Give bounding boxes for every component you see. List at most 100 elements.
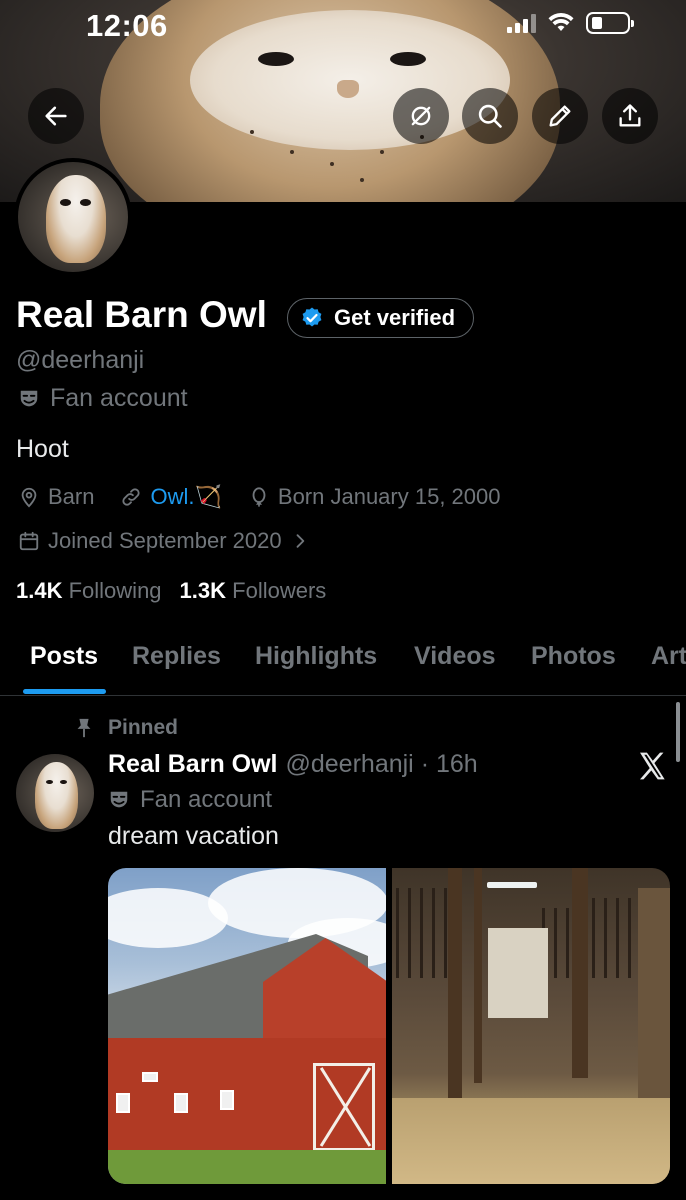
status-icons bbox=[507, 12, 634, 34]
stall-post bbox=[448, 868, 462, 1098]
theater-mask-icon bbox=[110, 791, 128, 808]
website-item[interactable]: Owl.🏹 bbox=[120, 484, 222, 510]
profile-avatar[interactable] bbox=[14, 158, 132, 276]
barn-window bbox=[220, 1090, 234, 1110]
battery-icon bbox=[586, 12, 634, 34]
location-item: Barn bbox=[18, 484, 94, 510]
following-count: 1.4K bbox=[16, 578, 63, 603]
banner-speckle bbox=[290, 150, 294, 154]
post-author-avatar[interactable] bbox=[16, 754, 94, 832]
grass bbox=[108, 1150, 386, 1184]
avatar-image bbox=[18, 162, 128, 272]
stall-light bbox=[487, 882, 537, 888]
stall-post bbox=[572, 868, 588, 1078]
wifi-icon bbox=[548, 13, 574, 31]
pin-icon bbox=[77, 718, 91, 738]
tab-videos[interactable]: Videos bbox=[414, 642, 496, 671]
followers-link[interactable]: 1.3K Followers bbox=[180, 578, 327, 604]
active-tab-indicator bbox=[23, 689, 106, 694]
followers-label: Followers bbox=[232, 578, 327, 603]
share-button[interactable] bbox=[602, 88, 658, 144]
tab-articles[interactable]: Art bbox=[651, 642, 686, 671]
birthday-item: Born January 15, 2000 bbox=[248, 484, 501, 510]
banner-owl-beak bbox=[337, 80, 359, 98]
scrollbar[interactable] bbox=[676, 702, 680, 762]
post-author-name[interactable]: Real Barn Owl bbox=[108, 750, 278, 779]
follow-stats: 1.4K Following 1.3K Followers bbox=[16, 578, 326, 604]
post-media[interactable] bbox=[108, 868, 670, 1184]
birthday-text: Born January 15, 2000 bbox=[277, 484, 501, 509]
joined-text: Joined September 2020 bbox=[48, 528, 282, 553]
edit-pencil-icon bbox=[549, 105, 571, 127]
post-account-category-label: Fan account bbox=[140, 786, 273, 813]
search-icon bbox=[478, 104, 502, 128]
banner-owl-eye-right bbox=[390, 52, 426, 66]
profile-meta-row: Barn Owl.🏹 Born January 15, 2000 bbox=[18, 484, 527, 510]
banner-speckle bbox=[380, 150, 384, 154]
back-arrow-icon bbox=[45, 106, 67, 126]
stall-wall bbox=[638, 888, 670, 1108]
post-text: dream vacation bbox=[108, 822, 279, 850]
following-link[interactable]: 1.4K Following bbox=[16, 578, 162, 604]
back-button[interactable] bbox=[28, 88, 84, 144]
pinned-label: Pinned bbox=[108, 716, 179, 739]
post-handle-text: @deerhanji bbox=[285, 750, 414, 778]
tab-highlights[interactable]: Highlights bbox=[255, 642, 377, 671]
barn-door bbox=[313, 1063, 375, 1151]
barn-window bbox=[174, 1093, 188, 1113]
joined-item[interactable]: Joined September 2020 bbox=[18, 528, 310, 554]
post-time: 16h bbox=[435, 750, 478, 778]
stall-bars bbox=[396, 888, 456, 978]
post-account-category: Fan account bbox=[108, 786, 272, 814]
post-header: Real Barn Owl @deerhanji · 16h bbox=[108, 750, 478, 779]
banner-speckle bbox=[330, 162, 334, 166]
banner-speckle bbox=[250, 130, 254, 134]
profile-name: Real Barn Owl bbox=[16, 294, 267, 335]
cell-signal-icon bbox=[507, 13, 536, 33]
account-category[interactable]: Fan account bbox=[18, 384, 188, 413]
verified-check-icon bbox=[302, 307, 322, 327]
barn-window bbox=[142, 1072, 158, 1082]
tab-photos[interactable]: Photos bbox=[531, 642, 616, 671]
media-photo-stall[interactable] bbox=[392, 868, 670, 1184]
tab-posts[interactable]: Posts bbox=[30, 642, 98, 671]
stall-back-wall bbox=[488, 928, 548, 1018]
get-verified-button[interactable]: Get verified bbox=[287, 298, 475, 338]
theater-mask-icon bbox=[20, 390, 38, 406]
search-button[interactable] bbox=[462, 88, 518, 144]
post-avatar-owl bbox=[34, 761, 79, 829]
location-pin-icon bbox=[21, 487, 37, 508]
avatar-owl-eye bbox=[59, 199, 71, 206]
location-text: Barn bbox=[48, 484, 95, 509]
banner-speckle bbox=[360, 178, 364, 182]
profile-handle: @deerhanji bbox=[16, 346, 145, 374]
post-author-handle[interactable]: @deerhanji · 16h bbox=[286, 750, 478, 779]
media-photo-barn[interactable] bbox=[108, 868, 386, 1184]
avatar-owl-eye bbox=[79, 199, 91, 206]
hay-floor bbox=[392, 1098, 670, 1184]
joined-row[interactable]: Joined September 2020 bbox=[18, 528, 336, 554]
dim-button[interactable] bbox=[393, 88, 449, 144]
stall-post bbox=[474, 868, 482, 1083]
edit-profile-button[interactable] bbox=[532, 88, 588, 144]
post-separator: · bbox=[420, 750, 430, 778]
calendar-icon bbox=[19, 531, 39, 551]
get-verified-label: Get verified bbox=[334, 305, 456, 330]
status-time: 12:06 bbox=[86, 8, 168, 43]
x-logo-icon[interactable] bbox=[636, 750, 668, 782]
link-icon bbox=[122, 488, 141, 506]
balloon-icon bbox=[252, 487, 266, 507]
tab-replies[interactable]: Replies bbox=[132, 642, 221, 671]
account-category-label: Fan account bbox=[50, 384, 188, 412]
following-label: Following bbox=[68, 578, 162, 603]
avatar-owl bbox=[45, 175, 106, 264]
website-link[interactable]: Owl.🏹 bbox=[150, 484, 221, 510]
followers-count: 1.3K bbox=[179, 578, 227, 603]
chevron-right-icon bbox=[296, 534, 304, 548]
pinned-indicator: Pinned bbox=[74, 716, 178, 740]
barn-window bbox=[116, 1093, 130, 1113]
dim-icon bbox=[411, 106, 431, 126]
banner-owl-eye-left bbox=[258, 52, 294, 66]
profile-bio: Hoot bbox=[16, 435, 69, 463]
profile-tabs: Posts Replies Highlights Videos Photos A… bbox=[0, 630, 686, 696]
